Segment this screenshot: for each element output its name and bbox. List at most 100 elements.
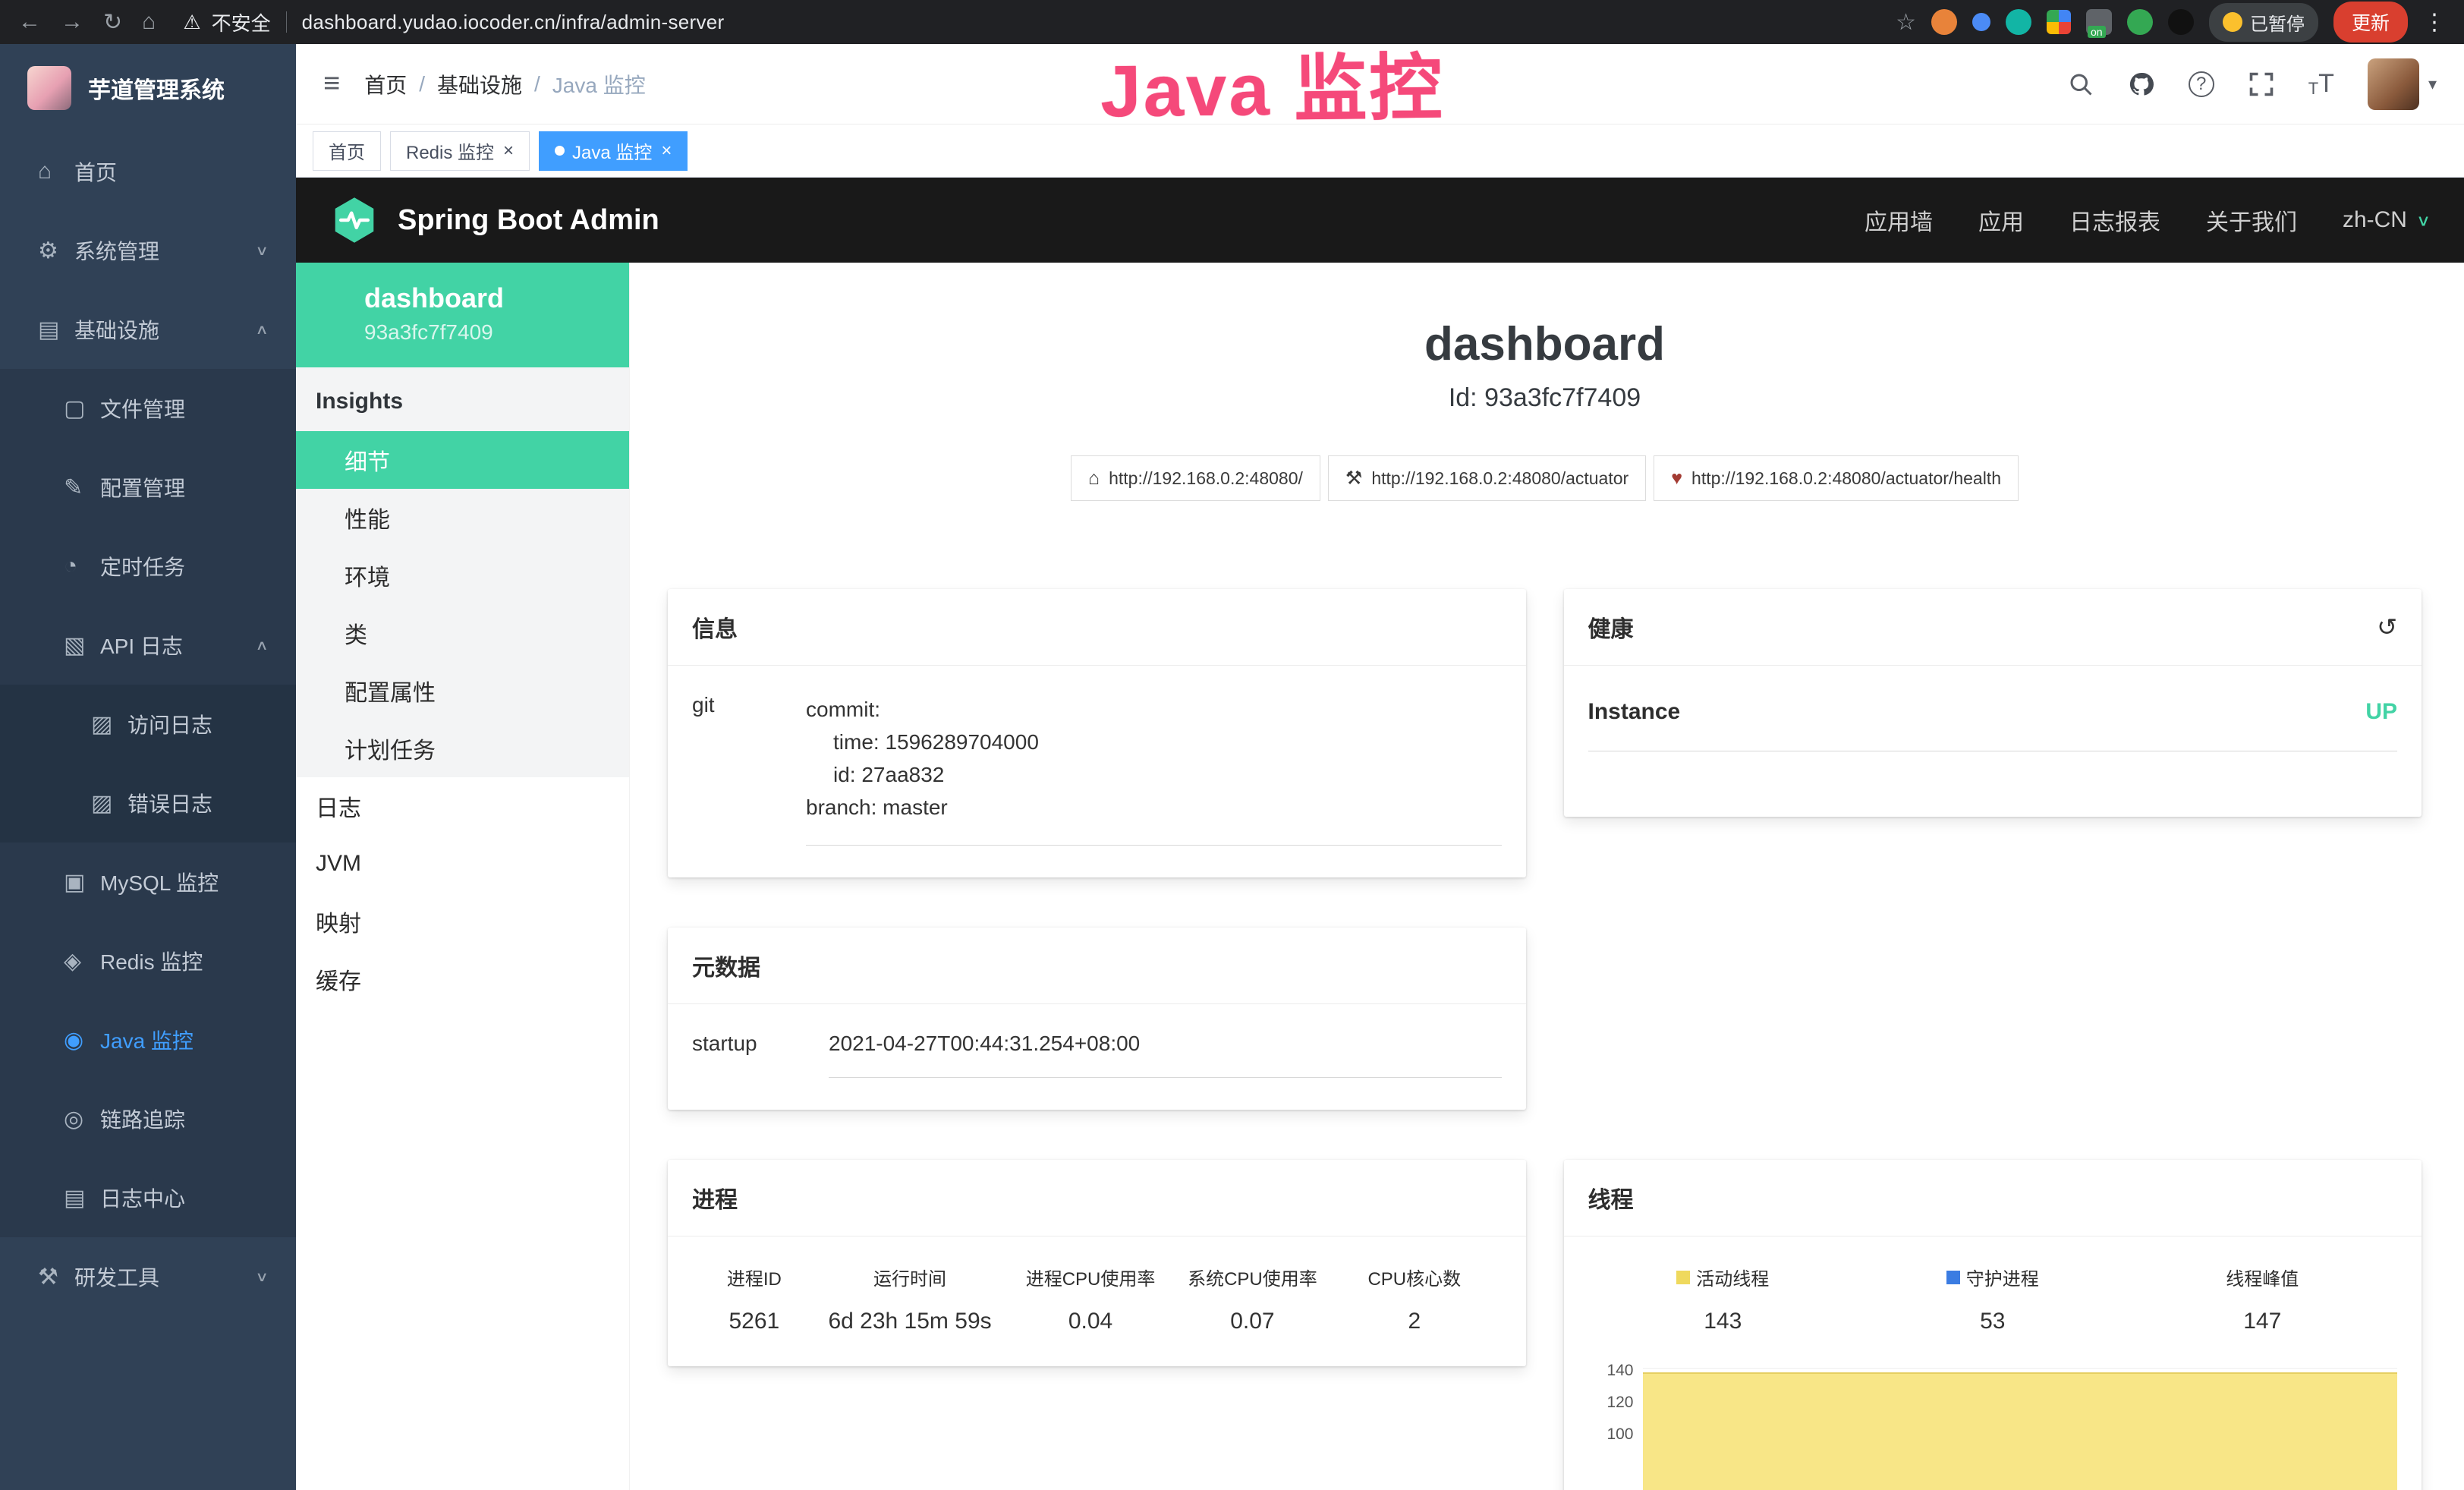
breadcrumb-infrastructure[interactable]: 基础设施: [437, 69, 522, 99]
github-icon[interactable]: [2128, 71, 2155, 98]
sidebar-item-config-management[interactable]: ✎ 配置管理: [0, 448, 296, 527]
sba-item-metrics[interactable]: 性能: [296, 489, 629, 547]
git-commit-line: commit:: [806, 693, 1502, 726]
instance-header[interactable]: dashboard 93a3fc7f7409: [296, 263, 629, 367]
instance-label: Instance: [1588, 699, 1681, 725]
insights-label: Insights: [296, 367, 629, 431]
sidebar-item-label: API 日志: [100, 630, 183, 660]
process-col-process-cpu: 进程CPU使用率 0.04: [1009, 1264, 1171, 1334]
sidebar-item-error-logs[interactable]: ▨ 错误日志: [0, 764, 296, 843]
sidebar-item-file-management[interactable]: ▢ 文件管理: [0, 369, 296, 448]
sba-item-jvm[interactable]: JVM: [296, 835, 629, 893]
sidebar-item-infrastructure[interactable]: ▤ 基础设施 ∧: [0, 290, 296, 369]
live-threads-area: [1643, 1372, 2398, 1490]
sba-nav-links: 应用墙 应用 日志报表 关于我们 zh-CN ∨: [1865, 203, 2431, 237]
extension-icon-grid[interactable]: [2047, 10, 2071, 34]
nav-about[interactable]: 关于我们: [2206, 203, 2297, 237]
sidebar-item-redis-monitor[interactable]: ◈ Redis 监控: [0, 921, 296, 1000]
sidebar-item-access-logs[interactable]: ▨ 访问日志: [0, 685, 296, 764]
page-subtitle: Id: 93a3fc7f7409: [1449, 383, 1641, 413]
sba-item-caches[interactable]: 缓存: [296, 950, 629, 1008]
sba-item-classes[interactable]: 类: [296, 604, 629, 662]
browser-home-button[interactable]: ⌂: [142, 9, 156, 35]
home-icon: ⌂: [38, 159, 74, 184]
col-value: 5261: [698, 1309, 810, 1334]
breadcrumb-separator: /: [419, 72, 425, 96]
nav-journal[interactable]: 日志报表: [2069, 203, 2160, 237]
process-col-system-cpu: 系统CPU使用率 0.07: [1172, 1264, 1333, 1334]
search-icon[interactable]: [2067, 71, 2094, 98]
edit-icon: ✎: [64, 474, 100, 501]
health-card-body: Instance UP: [1564, 666, 2422, 817]
sidebar-item-label: Redis 监控: [100, 946, 203, 976]
home-icon: ⌂: [1088, 468, 1100, 490]
sidebar-collapse-icon[interactable]: ≡: [323, 68, 340, 100]
threads-card-body: 活动线程 143 守护进程 53 线程峰值 14: [1564, 1236, 2422, 1490]
breadcrumb-current: Java 监控: [552, 69, 646, 99]
sidebar-item-mysql-monitor[interactable]: ▣ MySQL 监控: [0, 843, 296, 921]
process-card: 进程 进程ID 5261 运行时间 6d 23h 15m 59: [668, 1160, 1526, 1366]
font-size-icon[interactable]: TT: [2308, 69, 2334, 99]
sidebar-item-home[interactable]: ⌂ 首页: [0, 132, 296, 211]
y-tick: 100: [1588, 1425, 1634, 1457]
git-branch: branch: master: [806, 791, 1502, 824]
extension-icon-black[interactable]: [2168, 9, 2194, 35]
health-instance-row[interactable]: Instance UP: [1588, 693, 2398, 751]
breadcrumb-home[interactable]: 首页: [364, 69, 407, 99]
tab-home[interactable]: 首页: [313, 131, 381, 171]
link-actuator-url[interactable]: ⚒ http://192.168.0.2:48080/actuator: [1328, 455, 1646, 501]
sba-item-scheduled-tasks[interactable]: 计划任务: [296, 720, 629, 777]
user-menu[interactable]: ▾: [2368, 58, 2437, 110]
legend-label: 活动线程: [1696, 1264, 1769, 1290]
sidebar-item-scheduled-jobs[interactable]: ◔ 定时任务: [0, 527, 296, 606]
back-button[interactable]: ←: [18, 9, 41, 35]
extension-icon-green-leaf[interactable]: [2127, 9, 2153, 35]
instance-id: 93a3fc7f7409: [364, 320, 614, 345]
sba-item-config-props[interactable]: 配置属性: [296, 662, 629, 720]
link-service-url[interactable]: ⌂ http://192.168.0.2:48080/: [1071, 455, 1320, 501]
reload-button[interactable]: ↻: [103, 9, 122, 36]
nav-applications-wall[interactable]: 应用墙: [1865, 203, 1933, 237]
small-t: T: [2308, 79, 2318, 99]
sidebar-item-log-center[interactable]: ▤ 日志中心: [0, 1158, 296, 1237]
help-icon[interactable]: ?: [2189, 71, 2214, 97]
history-icon[interactable]: ↺: [2377, 613, 2397, 641]
fullscreen-icon[interactable]: [2248, 71, 2275, 98]
sidebar-item-system-management[interactable]: ⚙ 系统管理 ∨: [0, 211, 296, 290]
sidebar-item-java-monitor[interactable]: ◉ Java 监控: [0, 1000, 296, 1079]
close-icon[interactable]: ×: [503, 140, 514, 162]
extension-icon-proxy[interactable]: on: [2086, 9, 2112, 35]
browser-menu-kebab-icon[interactable]: ⋮: [2423, 9, 2446, 36]
extension-icon-teal[interactable]: [2006, 9, 2031, 35]
api-log-icon: ▧: [64, 632, 100, 659]
sba-item-mappings[interactable]: 映射: [296, 893, 629, 950]
extension-icon-orange[interactable]: [1931, 9, 1957, 35]
extension-icon-blue-drop[interactable]: [1972, 13, 1990, 31]
close-icon[interactable]: ×: [661, 140, 672, 162]
sidebar-item-api-logs[interactable]: ▧ API 日志 ∧: [0, 606, 296, 685]
sba-item-details[interactable]: 细节: [296, 431, 629, 489]
legend-value: 147: [2128, 1309, 2398, 1334]
bookmark-star-icon[interactable]: ☆: [1896, 9, 1916, 36]
link-health-url[interactable]: ♥ http://192.168.0.2:48080/actuator/heal…: [1654, 455, 2019, 501]
y-tick: 140: [1588, 1362, 1634, 1394]
legend-peak-threads: 线程峰值 147: [2128, 1264, 2398, 1334]
tab-label: Redis 监控: [406, 137, 494, 164]
profile-paused-badge[interactable]: 已暂停: [2209, 3, 2318, 42]
sba-item-logs[interactable]: 日志: [296, 777, 629, 835]
col-value: 2: [1333, 1309, 1495, 1334]
address-bar[interactable]: ⚠ 不安全 dashboard.yudao.iocoder.cn/infra/a…: [183, 8, 1876, 36]
tab-redis-monitor[interactable]: Redis 监控 ×: [390, 131, 530, 171]
app-logo[interactable]: 芋道管理系统: [0, 44, 296, 132]
sba-item-environment[interactable]: 环境: [296, 547, 629, 604]
nav-applications[interactable]: 应用: [1978, 203, 2024, 237]
forward-button[interactable]: →: [61, 9, 83, 35]
tab-java-monitor[interactable]: Java 监控 ×: [539, 131, 688, 171]
y-tick: 120: [1588, 1394, 1634, 1425]
locale-selector[interactable]: zh-CN ∨: [2343, 207, 2431, 233]
chrome-update-button[interactable]: 更新: [2333, 2, 2408, 43]
sidebar-item-tracing[interactable]: ◎ 链路追踪: [0, 1079, 296, 1158]
sba-brand[interactable]: Spring Boot Admin: [329, 195, 659, 245]
sidebar-item-dev-tools[interactable]: ⚒ 研发工具 ∨: [0, 1237, 296, 1316]
chevron-down-icon: ∨: [2416, 211, 2431, 230]
